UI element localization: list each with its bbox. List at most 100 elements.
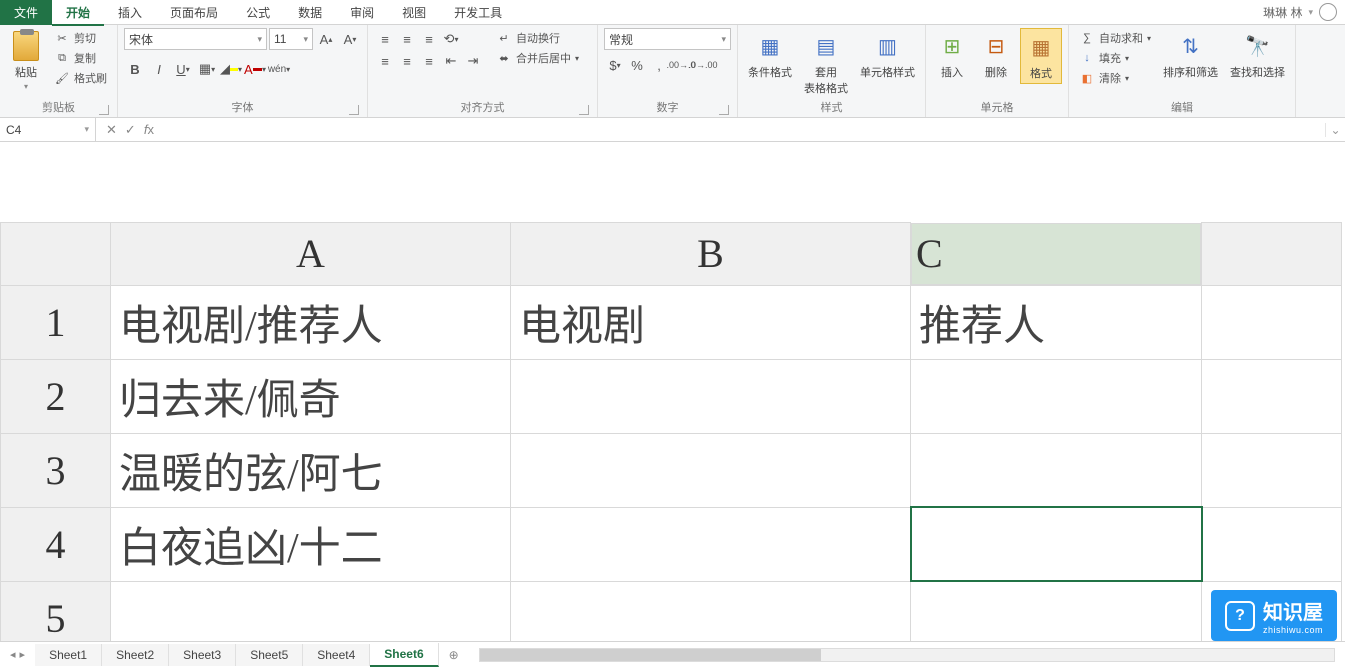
cell-c4[interactable]	[911, 507, 1202, 581]
align-right-button[interactable]: ≡	[418, 50, 440, 72]
cell-c1[interactable]: 推荐人	[911, 285, 1202, 359]
font-size-select[interactable]: 11▾	[269, 28, 313, 50]
expand-formula-bar[interactable]: ⌄	[1325, 123, 1345, 137]
font-name-select[interactable]: 宋体▾	[124, 28, 267, 50]
tab-file[interactable]: 文件	[0, 0, 52, 25]
cell-styles-button[interactable]: ▥单元格样式	[856, 28, 919, 82]
row-header-1[interactable]: 1	[1, 285, 111, 359]
conditional-format-button[interactable]: ▦条件格式	[744, 28, 796, 82]
tab-review[interactable]: 审阅	[336, 0, 388, 25]
tab-home[interactable]: 开始	[52, 0, 104, 25]
bold-button[interactable]: B	[124, 58, 146, 80]
format-painter-button[interactable]: 🖌格式刷	[50, 68, 111, 88]
format-as-table-button[interactable]: ▤套用 表格格式	[800, 28, 852, 98]
copy-button[interactable]: ⧉复制	[50, 48, 111, 68]
tab-data[interactable]: 数据	[284, 0, 336, 25]
indent-decrease-button[interactable]: ⇤	[440, 50, 462, 72]
italic-button[interactable]: I	[148, 58, 170, 80]
spreadsheet-grid[interactable]: A B C 1 电视剧/推荐人 电视剧 推荐人 2 归去来/佩奇 3 温暖的弦/…	[0, 222, 1345, 641]
row-header-5[interactable]: 5	[1, 581, 111, 641]
indent-increase-button[interactable]: ⇥	[462, 50, 484, 72]
cell-a1[interactable]: 电视剧/推荐人	[111, 285, 511, 359]
sheet-tab-sheet3[interactable]: Sheet3	[169, 644, 236, 666]
align-bottom-button[interactable]: ≡	[418, 28, 440, 50]
sheet-tab-sheet1[interactable]: Sheet1	[35, 644, 102, 666]
font-launcher[interactable]	[349, 105, 359, 115]
format-cells-button[interactable]: ▦格式	[1020, 28, 1062, 84]
align-launcher[interactable]	[579, 105, 589, 115]
enter-formula-button[interactable]: ✓	[125, 122, 136, 138]
sheet-nav-last[interactable]: ▸	[20, 648, 26, 661]
decrease-decimal-button[interactable]: .0→.00	[692, 54, 714, 76]
cell-b4[interactable]	[511, 507, 911, 581]
font-color-button[interactable]: A▾	[244, 58, 266, 80]
fill-button[interactable]: ↓填充▾	[1075, 48, 1155, 68]
col-header-d[interactable]	[1202, 223, 1342, 286]
clear-button[interactable]: ◧清除▾	[1075, 68, 1155, 88]
row-header-4[interactable]: 4	[1, 507, 111, 581]
align-top-button[interactable]: ≡	[374, 28, 396, 50]
name-box[interactable]: C4▾	[0, 118, 96, 141]
add-sheet-button[interactable]: ⊕	[439, 648, 469, 662]
autosum-button[interactable]: ∑自动求和▾	[1075, 28, 1155, 48]
delete-cells-button[interactable]: ⊟删除	[976, 28, 1016, 82]
tab-page-layout[interactable]: 页面布局	[156, 0, 232, 25]
row-header-3[interactable]: 3	[1, 433, 111, 507]
cell-b3[interactable]	[511, 433, 911, 507]
row-header-2[interactable]: 2	[1, 359, 111, 433]
cut-button[interactable]: ✂剪切	[50, 28, 111, 48]
select-all-corner[interactable]	[1, 223, 111, 286]
cell-c5[interactable]	[911, 581, 1202, 641]
underline-button[interactable]: U▾	[172, 58, 194, 80]
border-button[interactable]: ▦▾	[196, 58, 218, 80]
cell-a5[interactable]	[111, 581, 511, 641]
col-header-a[interactable]: A	[111, 223, 511, 286]
find-select-button[interactable]: 🔭查找和选择	[1226, 28, 1289, 82]
number-launcher[interactable]	[719, 105, 729, 115]
cell-c3[interactable]	[911, 433, 1202, 507]
cell-b5[interactable]	[511, 581, 911, 641]
cell-c2[interactable]	[911, 359, 1202, 433]
cell-a3[interactable]: 温暖的弦/阿七	[111, 433, 511, 507]
user-menu[interactable]: 琳琳 林 ▾	[1255, 3, 1345, 21]
align-middle-button[interactable]: ≡	[396, 28, 418, 50]
currency-button[interactable]: $▾	[604, 54, 626, 76]
increase-font-button[interactable]: A▴	[315, 28, 337, 50]
tab-formulas[interactable]: 公式	[232, 0, 284, 25]
cell-d3[interactable]	[1202, 433, 1342, 507]
sheet-tab-sheet6[interactable]: Sheet6	[370, 643, 438, 667]
sheet-tab-sheet4[interactable]: Sheet4	[303, 644, 370, 666]
align-center-button[interactable]: ≡	[396, 50, 418, 72]
cell-d2[interactable]	[1202, 359, 1342, 433]
insert-cells-button[interactable]: ⊞插入	[932, 28, 972, 82]
cell-d4[interactable]	[1202, 507, 1342, 581]
horizontal-scrollbar[interactable]	[479, 648, 1335, 662]
tab-insert[interactable]: 插入	[104, 0, 156, 25]
cell-a4[interactable]: 白夜追凶/十二	[111, 507, 511, 581]
insert-function-button[interactable]: fx	[144, 122, 154, 138]
merge-center-button[interactable]: ⬌合并后居中▾	[492, 48, 583, 68]
decrease-font-button[interactable]: A▾	[339, 28, 361, 50]
tab-developer[interactable]: 开发工具	[440, 0, 516, 25]
fill-color-button[interactable]: ◢▾	[220, 58, 242, 80]
sheet-tab-sheet5[interactable]: Sheet5	[236, 644, 303, 666]
sheet-tab-sheet2[interactable]: Sheet2	[102, 644, 169, 666]
orientation-button[interactable]: ⟲▾	[440, 28, 462, 50]
cell-a2[interactable]: 归去来/佩奇	[111, 359, 511, 433]
wrap-text-button[interactable]: ↵自动换行	[492, 28, 583, 48]
cell-b2[interactable]	[511, 359, 911, 433]
clipboard-launcher[interactable]	[99, 105, 109, 115]
paste-button[interactable]: 粘贴 ▾	[6, 28, 46, 93]
tab-view[interactable]: 视图	[388, 0, 440, 25]
percent-button[interactable]: %	[626, 54, 648, 76]
col-header-b[interactable]: B	[511, 223, 911, 286]
cell-b1[interactable]: 电视剧	[511, 285, 911, 359]
cell-d1[interactable]	[1202, 285, 1342, 359]
cancel-formula-button[interactable]: ✕	[106, 122, 117, 138]
sort-filter-button[interactable]: ⇅排序和筛选	[1159, 28, 1222, 82]
phonetic-button[interactable]: wén▾	[268, 58, 290, 80]
align-left-button[interactable]: ≡	[374, 50, 396, 72]
sheet-nav-first[interactable]: ◂	[10, 648, 16, 661]
number-format-select[interactable]: 常规▾	[604, 28, 731, 50]
col-header-c[interactable]: C	[911, 223, 1201, 285]
